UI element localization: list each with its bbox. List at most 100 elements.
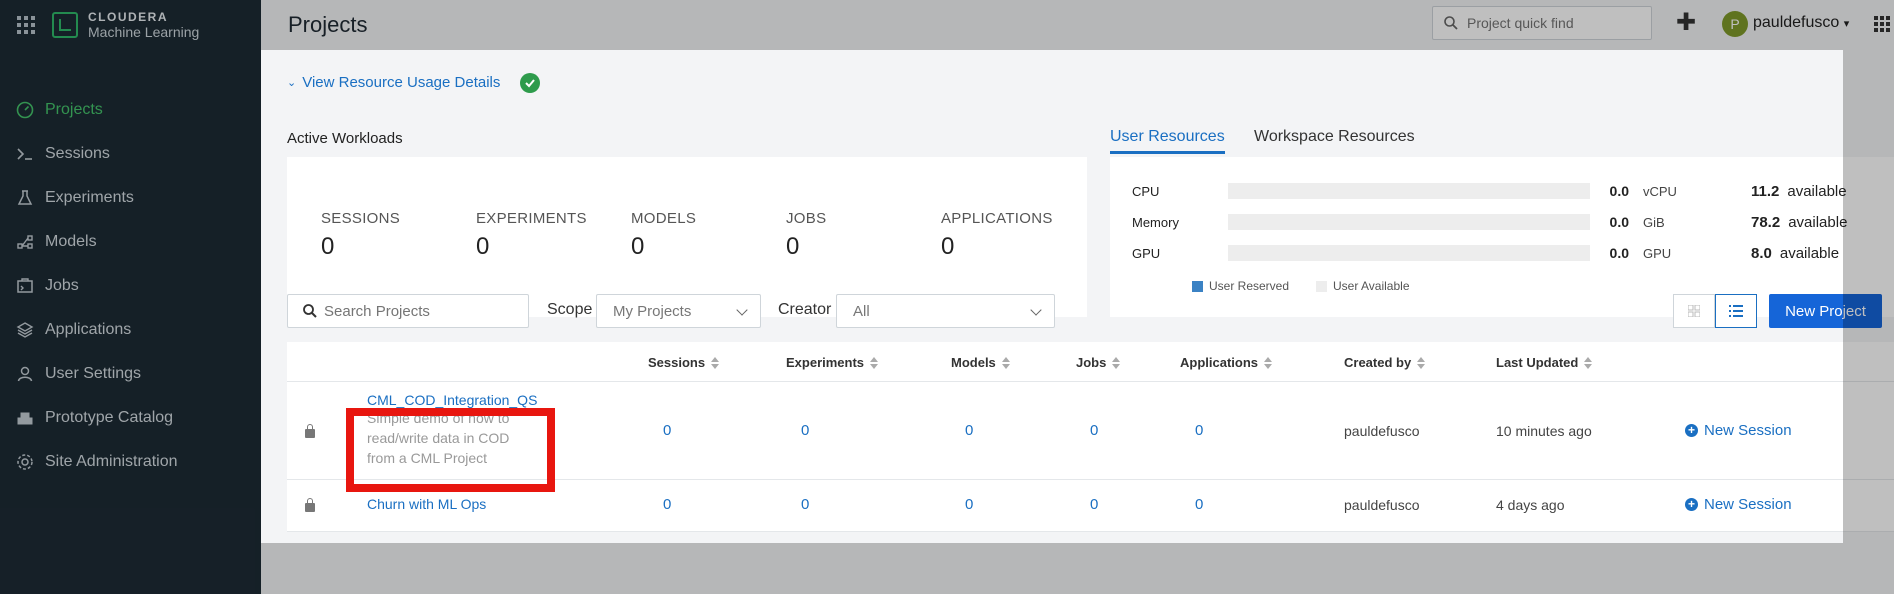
sidebar-header: CLOUDERA Machine Learning [0, 0, 261, 50]
last-updated: 4 days ago [1496, 497, 1565, 513]
sessions-count[interactable]: 0 [663, 496, 671, 513]
layers-icon [14, 319, 36, 341]
avatar[interactable]: P [1722, 11, 1748, 37]
scope-label: Scope [547, 301, 593, 318]
legend-user-reserved: User Reserved [1192, 279, 1289, 293]
workload-jobs: JOBS 0 [786, 210, 826, 261]
sidebar: CLOUDERA Machine Learning Projects Sessi… [0, 0, 261, 594]
col-models[interactable]: Models [951, 355, 1010, 370]
legend-swatch [1316, 280, 1327, 292]
gauge-icon [14, 99, 36, 121]
project-name-link[interactable]: Churn with ML Ops [367, 496, 486, 512]
workload-label: SESSIONS [321, 210, 401, 227]
sidebar-item-label: Sessions [45, 145, 110, 162]
sidebar-item-experiments[interactable]: Experiments [0, 176, 261, 220]
jobs-count[interactable]: 0 [1090, 496, 1098, 513]
col-label: Jobs [1076, 355, 1107, 370]
user-menu[interactable]: pauldefusco ▾ [1753, 14, 1849, 32]
new-session-label: New Session [1704, 422, 1792, 439]
col-sessions[interactable]: Sessions [648, 355, 720, 370]
resource-available: 11.2 available [1751, 183, 1847, 200]
workload-models: MODELS 0 [631, 210, 696, 261]
chevron-down-icon: ⌄ [287, 77, 297, 89]
sidebar-item-prototype-catalog[interactable]: Prototype Catalog [0, 396, 261, 440]
project-cell: CML_COD_Integration_QS Simple demo of ho… [367, 392, 537, 468]
applications-count[interactable]: 0 [1195, 496, 1203, 513]
workload-experiments: EXPERIMENTS 0 [476, 210, 587, 261]
grid-view-button[interactable] [1673, 294, 1715, 328]
quick-find-input[interactable] [1467, 15, 1637, 31]
applications-count[interactable]: 0 [1195, 422, 1203, 439]
app-switcher-icon[interactable] [17, 16, 35, 34]
sidebar-item-site-administration[interactable]: Site Administration [0, 440, 261, 484]
models-count[interactable]: 0 [965, 496, 973, 513]
tab-workspace-resources[interactable]: Workspace Resources [1254, 128, 1415, 151]
col-created-by[interactable]: Created by [1344, 355, 1426, 370]
resource-row-gpu: GPU 0.0 GPU 8.0 available [1132, 243, 1872, 263]
resource-value: 0.0 [1609, 214, 1629, 230]
sidebar-item-label: Prototype Catalog [45, 409, 174, 426]
available-amount: 78.2 [1751, 213, 1781, 231]
workload-value: 0 [476, 233, 490, 260]
search-projects[interactable] [287, 294, 529, 328]
tab-user-resources[interactable]: User Resources [1110, 128, 1225, 154]
active-workloads-card: SESSIONS 0 EXPERIMENTS 0 MODELS 0 JOBS 0… [287, 157, 1087, 317]
creator-select[interactable]: All [836, 294, 1055, 328]
sort-icon [1001, 356, 1010, 369]
models-count[interactable]: 0 [965, 422, 973, 439]
sort-icon [870, 356, 879, 369]
scope-select[interactable]: My Projects [596, 294, 761, 328]
col-jobs[interactable]: Jobs [1076, 355, 1121, 370]
col-label: Created by [1344, 355, 1412, 370]
col-experiments[interactable]: Experiments [786, 355, 879, 370]
workload-label: MODELS [631, 210, 697, 227]
sidebar-item-projects[interactable]: Projects [0, 88, 261, 132]
chevron-down-icon [1030, 304, 1042, 316]
resource-row-cpu: CPU 0.0 vCPU 11.2 available [1132, 181, 1872, 201]
new-session-button[interactable]: + New Session [1685, 496, 1792, 513]
jobs-icon [14, 275, 36, 297]
view-resource-usage-link[interactable]: ⌄ View Resource Usage Details [287, 74, 500, 91]
plus-circle-icon: + [1685, 424, 1698, 437]
sort-icon [711, 356, 720, 369]
sidebar-item-label: Jobs [45, 277, 79, 294]
active-workloads-title: Active Workloads [287, 130, 403, 147]
project-quick-find[interactable] [1432, 6, 1652, 40]
jobs-count[interactable]: 0 [1090, 422, 1098, 439]
table-row: Churn with ML Ops 0 0 0 0 0 pauldefusco … [287, 480, 1894, 532]
sessions-count[interactable]: 0 [663, 422, 671, 439]
col-label: Sessions [648, 355, 706, 370]
new-session-button[interactable]: + New Session [1685, 422, 1792, 439]
new-project-button[interactable]: New Project [1769, 294, 1882, 328]
add-icon[interactable]: ✚ [1676, 10, 1696, 36]
lock-icon [305, 498, 315, 512]
experiments-count[interactable]: 0 [801, 422, 809, 439]
sort-icon [1112, 356, 1121, 369]
workload-sessions: SESSIONS 0 [321, 210, 400, 261]
catalog-icon [14, 407, 36, 429]
sidebar-item-jobs[interactable]: Jobs [0, 264, 261, 308]
last-updated: 10 minutes ago [1496, 423, 1592, 439]
sidebar-item-sessions[interactable]: Sessions [0, 132, 261, 176]
col-last-updated[interactable]: Last Updated [1496, 355, 1593, 370]
list-view-button[interactable] [1715, 294, 1757, 328]
brand-logo[interactable]: CLOUDERA Machine Learning [88, 10, 199, 40]
col-label: Experiments [786, 355, 865, 370]
resource-name: GPU [1132, 245, 1161, 261]
resources-card: CPU 0.0 vCPU 11.2 available Memory 0.0 Gi… [1110, 157, 1894, 317]
apps-menu-icon[interactable] [1874, 16, 1890, 32]
legend-label: User Reserved [1209, 279, 1290, 293]
sidebar-item-applications[interactable]: Applications [0, 308, 261, 352]
creator-label: Creator [778, 301, 832, 318]
available-amount: 11.2 [1751, 182, 1780, 200]
col-applications[interactable]: Applications [1180, 355, 1273, 370]
sidebar-item-label: Site Administration [45, 453, 178, 470]
sidebar-item-user-settings[interactable]: User Settings [0, 352, 261, 396]
experiments-count[interactable]: 0 [801, 496, 809, 513]
legend-user-available: User Available [1316, 279, 1410, 293]
sidebar-item-models[interactable]: Models [0, 220, 261, 264]
sidebar-item-label: Models [45, 233, 97, 250]
search-projects-input[interactable] [324, 302, 524, 320]
project-name-link[interactable]: CML_COD_Integration_QS [367, 392, 537, 408]
workload-value: 0 [321, 233, 335, 260]
